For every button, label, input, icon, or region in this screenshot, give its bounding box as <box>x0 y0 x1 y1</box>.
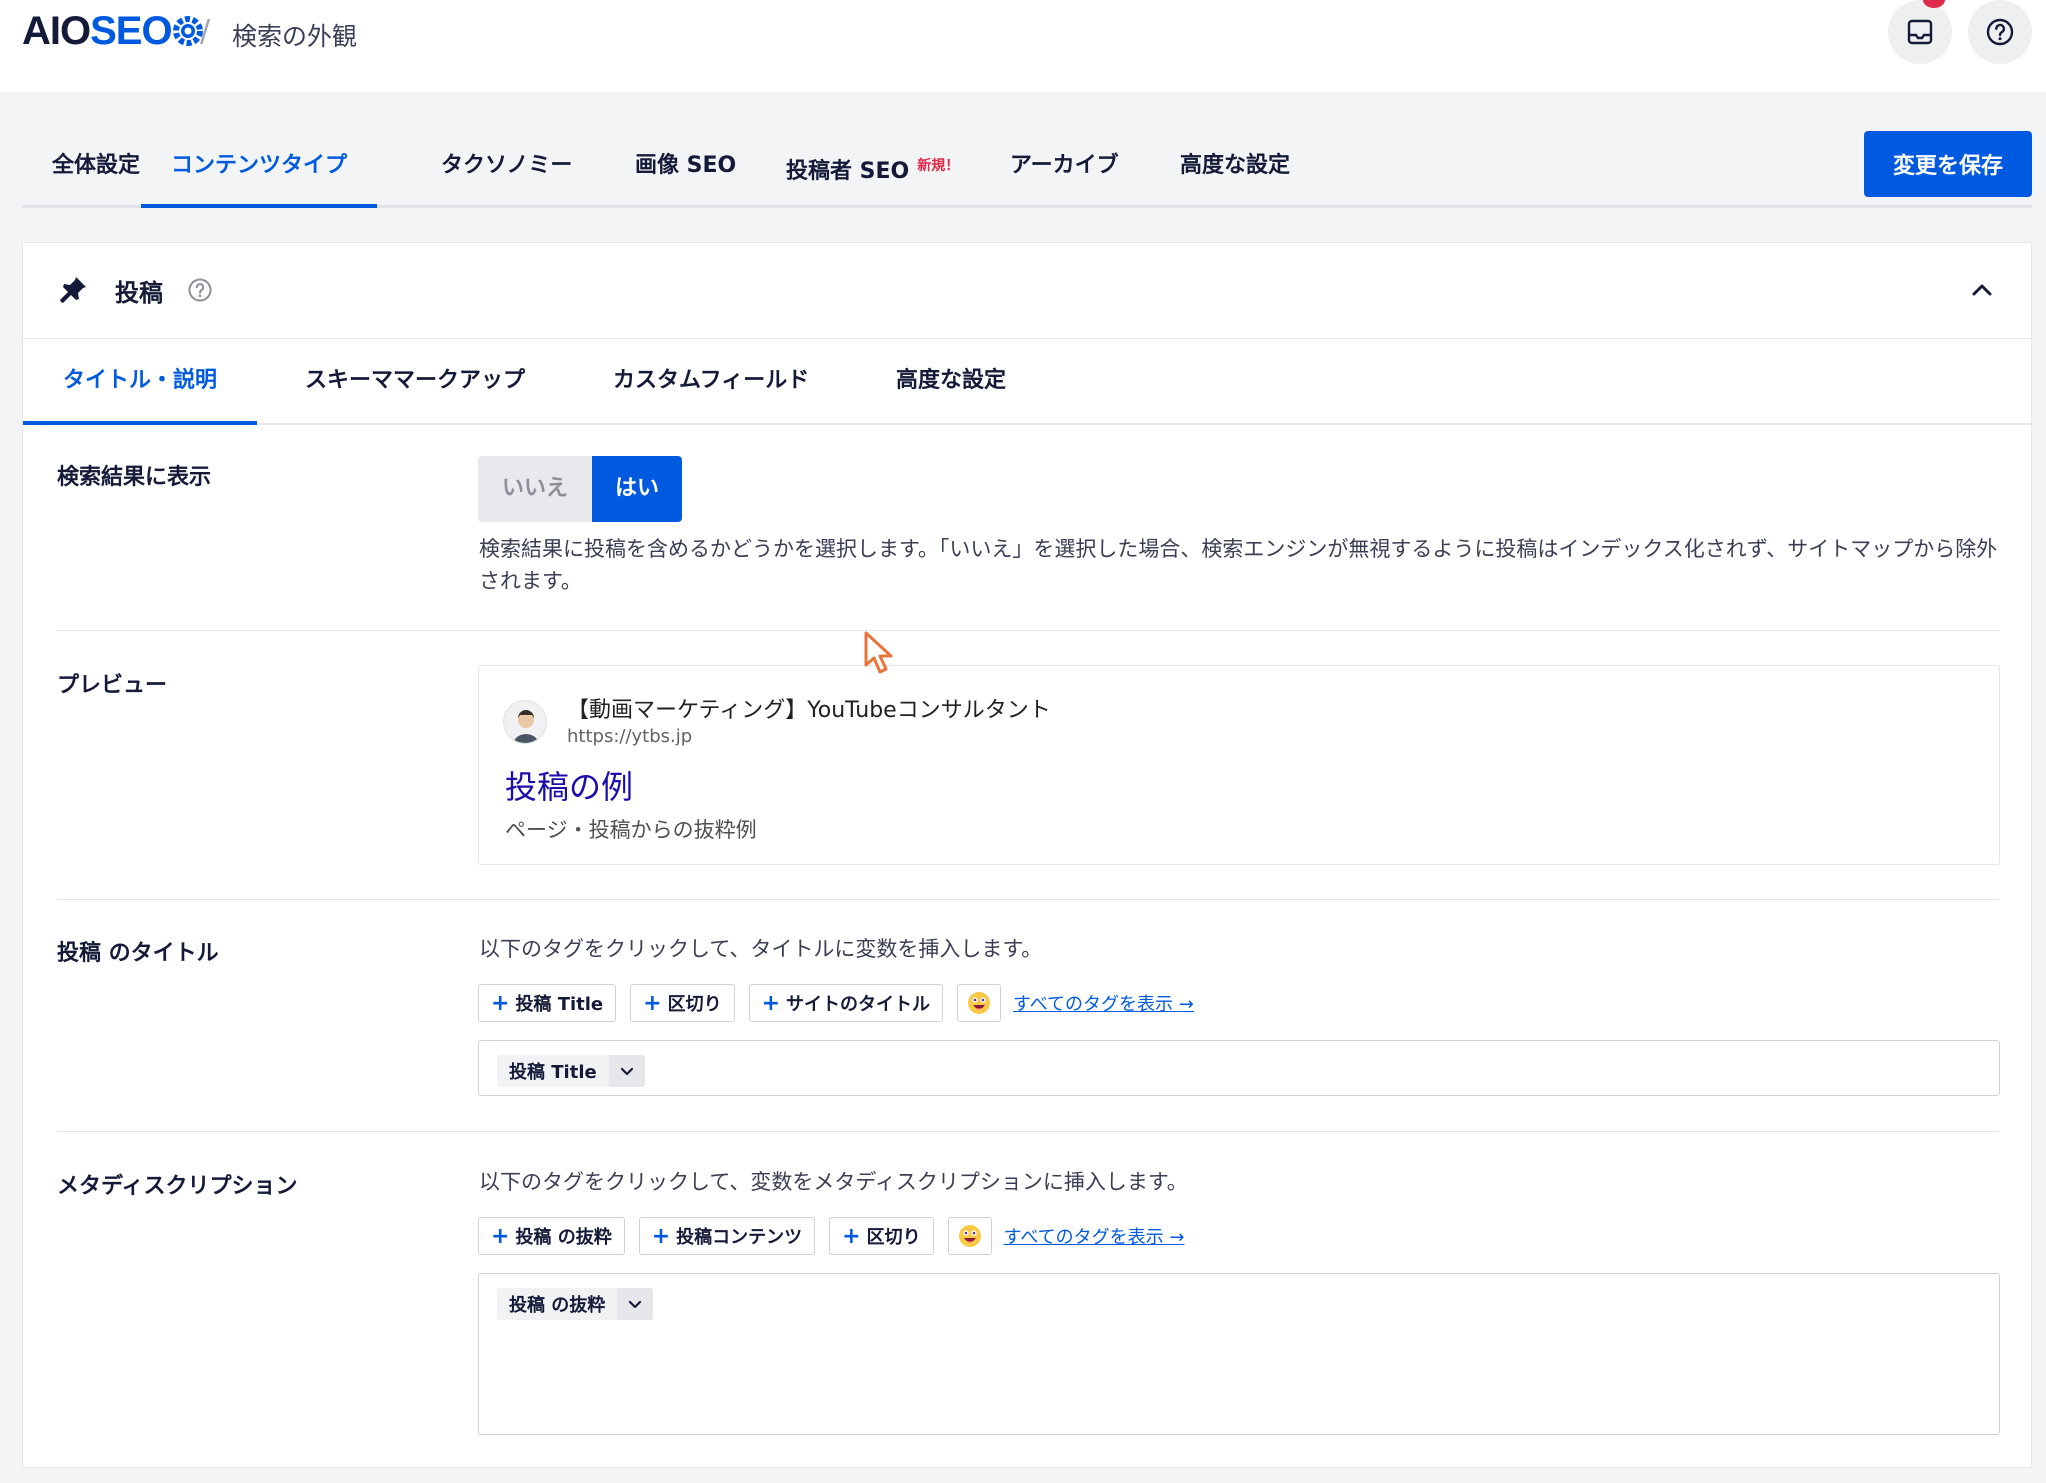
meta-description-token[interactable]: 投稿 の抜粋 <box>497 1288 654 1320</box>
inbox-icon <box>1907 19 1933 45</box>
aioseo-logo[interactable]: AIO SEO <box>22 8 203 54</box>
gear-icon <box>172 16 203 46</box>
logo-seo: SEO <box>90 8 172 53</box>
tag-separator[interactable]: + 区切り <box>829 1217 934 1255</box>
tab-author-seo[interactable]: 投稿者 SEO 新規！ <box>786 130 959 208</box>
plus-icon: + <box>651 1223 671 1249</box>
preview-description: ページ・投稿からの抜粋例 <box>505 818 757 842</box>
tab-taxonomies[interactable]: タクソノミー <box>441 130 572 208</box>
card-title: 投稿 <box>115 279 163 307</box>
post-settings-card: 投稿 タイトル・説明 スキーママークアップ カスタムフィールド 高度な設定 検索… <box>22 242 2032 1468</box>
show-in-search-label: 検索結果に表示 <box>57 465 212 490</box>
preview-url: https://ytbs.jp <box>567 726 693 747</box>
plus-icon: + <box>643 990 662 1016</box>
plus-icon: + <box>761 990 781 1016</box>
meta-description-tags: + 投稿 の抜粋 + 投稿コンテンツ + 区切り すべてのタグを表示 → <box>478 1217 1184 1255</box>
help-button[interactable] <box>1968 0 2032 64</box>
save-changes-button[interactable]: 変更を保存 <box>1864 131 2032 197</box>
plus-icon: + <box>491 1223 510 1249</box>
subtab-schema-markup[interactable]: スキーママークアップ <box>305 339 525 425</box>
tab-image-seo[interactable]: 画像 SEO <box>635 130 736 208</box>
post-title-token[interactable]: 投稿 Title <box>497 1055 645 1087</box>
tag-post-content[interactable]: + 投稿コンテンツ <box>638 1217 816 1255</box>
question-circle-icon <box>1986 18 2014 46</box>
chevron-up-icon[interactable] <box>1967 275 1997 305</box>
subtab-custom-fields[interactable]: カスタムフィールド <box>613 339 809 425</box>
tag-label: 投稿 の抜粋 <box>515 1227 612 1248</box>
search-preview: 【動画マーケティング】YouTubeコンサルタント https://ytbs.j… <box>478 665 2000 865</box>
question-circle-icon[interactable] <box>187 277 213 303</box>
divider <box>57 1131 1999 1132</box>
logo-aio: AIO <box>22 8 91 53</box>
notifications-button[interactable] <box>1888 0 1952 64</box>
tab-content-types[interactable]: コンテンツタイプ <box>141 130 378 208</box>
tag-label: 区切り <box>667 994 722 1015</box>
plus-icon: + <box>842 1223 861 1249</box>
page-title: 検索の外観 <box>232 22 358 51</box>
toggle-no[interactable]: いいえ <box>478 456 592 522</box>
tag-label: サイトのタイトル <box>786 994 931 1015</box>
emoji-icon <box>958 1225 981 1247</box>
subtab-title-description[interactable]: タイトル・説明 <box>23 339 258 425</box>
avatar-icon <box>513 710 539 743</box>
notification-badge-text: ! <box>1931 0 1937 4</box>
emoji-button[interactable] <box>947 1217 992 1255</box>
post-title-label: 投稿 のタイトル <box>57 941 219 966</box>
token-label: 投稿 の抜粋 <box>509 1295 606 1316</box>
tab-general-settings[interactable]: 全体設定 <box>52 130 140 208</box>
view-all-tags-link[interactable]: すべてのタグを表示 → <box>1013 990 1194 1016</box>
chevron-down-icon[interactable] <box>617 1288 654 1320</box>
tag-post-excerpt[interactable]: + 投稿 の抜粋 <box>478 1217 625 1255</box>
toggle-yes[interactable]: はい <box>592 456 682 522</box>
post-title-hint: 以下のタグをクリックして、タイトルに変数を挿入します。 <box>479 937 1043 961</box>
new-badge: 新規！ <box>917 158 960 174</box>
post-title-editor[interactable]: 投稿 Title <box>478 1040 2000 1096</box>
tab-archives[interactable]: アーカイブ <box>1010 130 1119 208</box>
meta-description-editor[interactable]: 投稿 の抜粋 <box>478 1273 2000 1435</box>
subtab-advanced[interactable]: 高度な設定 <box>896 339 1006 425</box>
top-bar: AIOSEO / 検索の外観 ! <box>0 0 2046 92</box>
main-tabs: 全体設定 コンテンツタイプ タクソノミー 画像 SEO 投稿者 SEO 新規！ ア… <box>22 130 2032 208</box>
sub-tabs: タイトル・説明 スキーママークアップ カスタムフィールド 高度な設定 <box>23 339 2031 425</box>
breadcrumb-separator: / <box>200 14 211 49</box>
emoji-icon <box>968 992 991 1014</box>
card-header[interactable]: 投稿 <box>23 243 2031 339</box>
meta-description-label: メタディスクリプション <box>57 1174 298 1199</box>
preview-title: 投稿の例 <box>505 768 634 806</box>
pin-icon <box>60 277 86 303</box>
divider <box>57 630 1999 631</box>
show-in-search-toggle[interactable]: いいえ はい <box>478 456 682 522</box>
tab-author-seo-label: 投稿者 SEO <box>786 159 910 184</box>
tag-label: 区切り <box>866 1227 921 1248</box>
token-label: 投稿 Title <box>509 1062 597 1083</box>
site-avatar <box>503 700 547 744</box>
tag-site-title[interactable]: + サイトのタイトル <box>748 984 944 1022</box>
preview-site-name: 【動画マーケティング】YouTubeコンサルタント <box>567 698 1051 723</box>
tag-separator[interactable]: + 区切り <box>630 984 735 1022</box>
show-in-search-description: 検索結果に投稿を含めるかどうかを選択します。「いいえ」を選択した場合、検索エンジ… <box>479 537 1998 593</box>
tab-advanced[interactable]: 高度な設定 <box>1180 130 1290 208</box>
chevron-down-icon[interactable] <box>608 1055 645 1087</box>
tag-label: 投稿 Title <box>515 994 604 1015</box>
emoji-button[interactable] <box>957 984 1002 1022</box>
preview-label: プレビュー <box>57 673 168 698</box>
mouse-cursor-icon <box>864 631 893 674</box>
tag-label: 投稿コンテンツ <box>676 1227 803 1248</box>
tag-post-title[interactable]: + 投稿 Title <box>478 984 617 1022</box>
plus-icon: + <box>491 990 510 1016</box>
meta-description-hint: 以下のタグをクリックして、変数をメタディスクリプションに挿入します。 <box>479 1170 1188 1194</box>
divider <box>57 899 1999 900</box>
view-all-tags-link[interactable]: すべてのタグを表示 → <box>1004 1223 1185 1249</box>
post-title-tags: + 投稿 Title + 区切り + サイトのタイトル すべてのタグを表示 → <box>478 984 1194 1022</box>
